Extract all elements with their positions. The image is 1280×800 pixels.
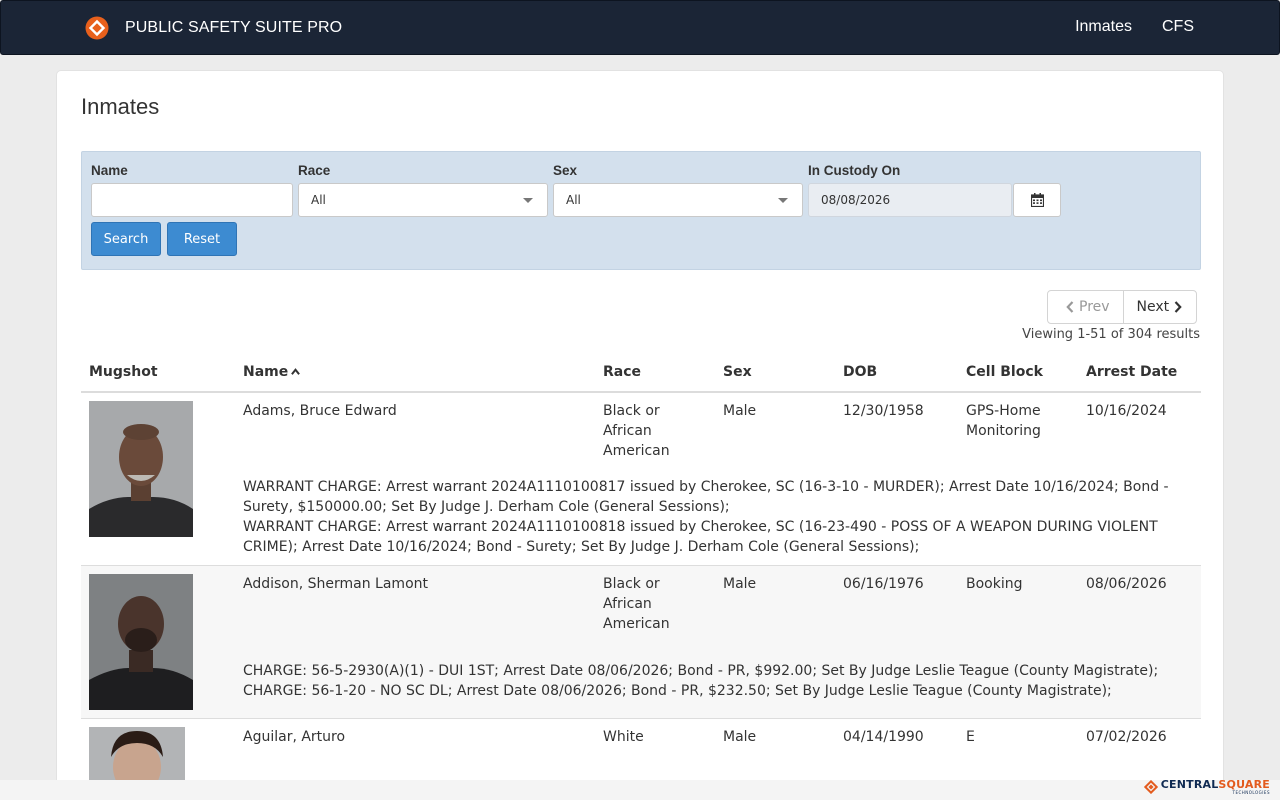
name-input[interactable] [91, 183, 293, 217]
column-header-race: Race [603, 364, 642, 380]
top-navbar: PUBLIC SAFETY SUITE PRO Inmates CFS [0, 0, 1280, 55]
race-line: Black or [603, 403, 660, 419]
column-header-name-label: Name [243, 364, 289, 380]
inmate-arrest-date: 10/16/2024 [1086, 403, 1167, 419]
inmate-name: Aguilar, Arturo [243, 729, 346, 745]
page-title: Inmates [81, 94, 160, 119]
race-line: African [603, 423, 652, 439]
chevron-down-icon [523, 198, 533, 203]
centralsquare-tagline: TECHNOLOGIES [1232, 790, 1270, 795]
cell-block-line: E [966, 729, 975, 745]
table-row[interactable]: Adams, Bruce Edward Black or African Ame… [81, 393, 1201, 566]
centralsquare-logo[interactable]: CENTRALSQUARE TECHNOLOGIES [1143, 778, 1270, 795]
next-page-button[interactable]: Next [1124, 291, 1197, 323]
charge-item: CHARGE: 56-5-2930(A)(1) - DUI 1ST; Arres… [243, 661, 1183, 681]
custody-date-value: 08/08/2026 [821, 193, 891, 207]
race-line: American [603, 443, 670, 459]
custody-date-label: In Custody On [808, 163, 901, 178]
charge-item: CHARGE: 56-1-20 - NO SC DL; Arrest Date … [243, 681, 1183, 701]
pagination: Prev Next [1047, 290, 1198, 324]
brand-central: CENTRAL [1160, 778, 1219, 791]
inmate-dob: 04/14/1990 [843, 729, 924, 745]
calendar-icon [1030, 193, 1044, 207]
charge-line: WARRANT CHARGE: Arrest warrant 2024A1110… [243, 519, 1158, 535]
centralsquare-wordmark: CENTRALSQUARE TECHNOLOGIES [1158, 778, 1270, 795]
inmate-dob: 06/16/1976 [843, 576, 924, 592]
chevron-left-icon [1066, 301, 1074, 313]
chevron-down-icon [778, 198, 788, 203]
inmate-sex: Male [723, 576, 757, 592]
chevron-right-icon [1174, 301, 1182, 313]
sex-select[interactable]: All [553, 183, 803, 217]
charge-line: CRIME); Arrest Date 10/16/2024; Bond - S… [243, 539, 920, 555]
inmate-arrest-date: 08/06/2026 [1086, 576, 1167, 592]
custody-date-input[interactable]: 08/08/2026 [808, 183, 1012, 217]
mugshot-image[interactable] [89, 727, 185, 781]
nav-link-cfs[interactable]: CFS [1162, 18, 1194, 36]
next-label: Next [1136, 299, 1170, 315]
table-header: Mugshot Name Race Sex DOB Cell Block Arr… [81, 353, 1201, 393]
inmate-cell-block: E [966, 727, 1076, 747]
race-select-value: All [311, 193, 326, 207]
race-select[interactable]: All [298, 183, 548, 217]
cell-block-line: Monitoring [966, 423, 1041, 439]
inmate-sex: Male [723, 403, 757, 419]
brand[interactable]: PUBLIC SAFETY SUITE PRO [85, 16, 342, 40]
race-label: Race [298, 163, 331, 178]
charge-item: WARRANT CHARGE: Arrest warrant 2024A1110… [243, 477, 1183, 517]
inmate-name: Addison, Sherman Lamont [243, 576, 428, 592]
race-line: African [603, 596, 652, 612]
inmate-race: Black or African American [603, 574, 713, 634]
name-label: Name [91, 163, 128, 178]
prev-page-button[interactable]: Prev [1048, 291, 1124, 323]
inmate-name: Adams, Bruce Edward [243, 403, 397, 419]
column-header-cell-block: Cell Block [966, 364, 1043, 380]
charge-line: Surety, $150000.00; Set By Judge J. Derh… [243, 499, 730, 515]
column-header-sex: Sex [723, 364, 752, 380]
reset-button[interactable]: Reset [167, 222, 237, 256]
mugshot-image[interactable] [89, 574, 193, 710]
cell-block-line: GPS-Home [966, 403, 1041, 419]
column-header-dob: DOB [843, 364, 878, 380]
app-name: PUBLIC SAFETY SUITE PRO [125, 19, 343, 36]
sex-select-value: All [566, 193, 581, 207]
search-filter-form: Name Race All Sex All In Custody On 08/0… [81, 151, 1201, 270]
prev-label: Prev [1079, 299, 1110, 315]
main-panel: Inmates Name Race All Sex All In Custody… [56, 70, 1224, 800]
column-header-name[interactable]: Name [243, 364, 301, 380]
inmate-sex: Male [723, 729, 757, 745]
charges-list: CHARGE: 56-5-2930(A)(1) - DUI 1ST; Arres… [243, 661, 1183, 701]
calendar-button[interactable] [1013, 183, 1061, 217]
nav-link-inmates[interactable]: Inmates [1075, 18, 1132, 36]
charge-line: CHARGE: 56-1-20 - NO SC DL; Arrest Date … [243, 683, 1112, 699]
race-line: American [603, 616, 670, 632]
inmate-race: Black or African American [603, 401, 713, 461]
inmate-arrest-date: 07/02/2026 [1086, 729, 1167, 745]
inmate-cell-block: GPS-Home Monitoring [966, 401, 1076, 441]
centralsquare-logo-icon [1143, 779, 1158, 794]
charge-line: CHARGE: 56-5-2930(A)(1) - DUI 1ST; Arres… [243, 663, 1159, 679]
charges-list: WARRANT CHARGE: Arrest warrant 2024A1110… [243, 477, 1183, 557]
column-header-mugshot: Mugshot [89, 364, 158, 380]
results-summary: Viewing 1-51 of 304 results [1022, 327, 1200, 342]
footer-bar [0, 780, 1280, 800]
charge-item: WARRANT CHARGE: Arrest warrant 2024A1110… [243, 517, 1183, 557]
inmate-race: White [603, 727, 713, 747]
inmate-cell-block: Booking [966, 574, 1076, 594]
brand-logo-icon [85, 16, 109, 40]
cell-block-line: Booking [966, 576, 1023, 592]
sort-asc-icon [291, 368, 301, 375]
race-line: Black or [603, 576, 660, 592]
column-header-arrest-date: Arrest Date [1086, 364, 1178, 380]
race-line: White [603, 729, 644, 745]
mugshot-image[interactable] [89, 401, 193, 537]
charge-line: WARRANT CHARGE: Arrest warrant 2024A1110… [243, 479, 1169, 495]
nav-links: Inmates CFS [1075, 18, 1194, 36]
sex-label: Sex [553, 163, 578, 178]
inmate-dob: 12/30/1958 [843, 403, 924, 419]
table-row[interactable]: Addison, Sherman Lamont Black or African… [81, 566, 1201, 719]
search-button[interactable]: Search [91, 222, 161, 256]
